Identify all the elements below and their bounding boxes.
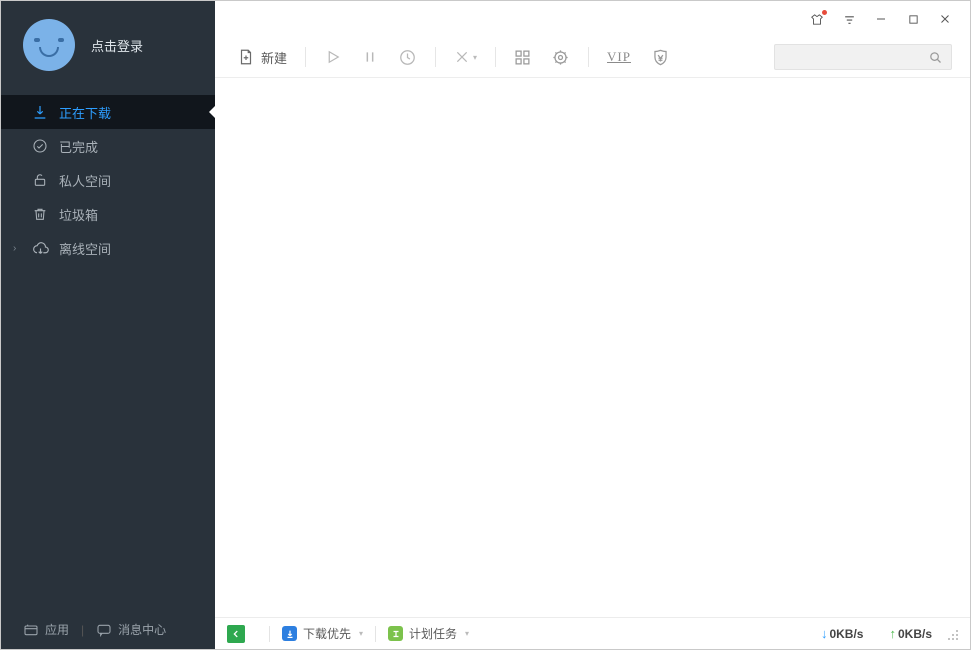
trash-icon <box>31 205 49 223</box>
chevron-right-icon: › <box>13 243 16 254</box>
nav-list: 正在下载 已完成 私人空间 垃圾箱 › <box>1 95 215 609</box>
messages-label: 消息中心 <box>118 621 166 638</box>
main-area: 新建 ▾ <box>215 1 970 649</box>
download-speed: ↓ 0KB/s <box>821 626 864 641</box>
minimize-button[interactable] <box>874 12 888 26</box>
play-icon <box>324 48 342 66</box>
search-input[interactable] <box>774 44 952 70</box>
resize-grip[interactable] <box>946 628 958 640</box>
pause-icon <box>362 48 378 66</box>
sidebar-item-label: 垃圾箱 <box>59 205 98 224</box>
minimize-icon <box>875 13 887 25</box>
settings-button[interactable] <box>543 42 578 72</box>
download-icon <box>31 103 49 121</box>
sidebar-item-label: 离线空间 <box>59 239 111 258</box>
separator <box>435 47 436 67</box>
chevron-down-icon: ▾ <box>465 629 469 638</box>
vip-label: VIP <box>607 49 631 65</box>
toolbar: 新建 ▾ <box>215 37 970 77</box>
upload-speed: ↑ 0KB/s <box>889 626 932 641</box>
lock-open-icon <box>31 171 49 189</box>
gear-icon <box>551 48 570 67</box>
sidebar-item-private[interactable]: 私人空间 <box>1 163 215 197</box>
search-icon <box>928 50 943 65</box>
cloud-download-icon <box>31 239 49 257</box>
currency-button[interactable] <box>643 42 678 72</box>
maximize-button[interactable] <box>906 12 920 26</box>
schedule-label: 计划任务 <box>409 625 457 642</box>
sidebar-footer: 应用 | 消息中心 <box>1 609 215 649</box>
avatar[interactable] <box>23 19 75 71</box>
download-speed-value: 0KB/s <box>829 627 863 641</box>
delete-button[interactable]: ▾ <box>446 42 485 72</box>
window-controls <box>215 1 970 37</box>
maximize-icon <box>908 14 919 25</box>
notification-dot-icon <box>822 10 827 15</box>
back-button[interactable] <box>227 625 245 643</box>
chevron-down-icon: ▾ <box>359 629 363 638</box>
sidebar: 点击登录 正在下载 已完成 私人空间 <box>1 1 215 649</box>
upload-speed-value: 0KB/s <box>898 627 932 641</box>
separator <box>495 47 496 67</box>
restart-button[interactable] <box>390 42 425 72</box>
priority-label: 下载优先 <box>303 625 351 642</box>
sidebar-item-label: 正在下载 <box>59 103 111 122</box>
sidebar-item-label: 已完成 <box>59 137 98 156</box>
menu-lines-icon <box>843 13 856 26</box>
separator <box>588 47 589 67</box>
arrow-down-icon: ↓ <box>821 626 828 641</box>
separator <box>375 626 376 642</box>
vip-button[interactable]: VIP <box>599 42 639 72</box>
apps-label: 应用 <box>45 621 69 638</box>
login-link[interactable]: 点击登录 <box>91 36 143 55</box>
menu-button[interactable] <box>842 12 856 26</box>
new-task-button[interactable]: 新建 <box>229 42 295 72</box>
chevron-left-icon <box>231 629 241 639</box>
chevron-down-icon: ▾ <box>473 53 477 62</box>
new-file-icon <box>237 48 255 66</box>
status-bar: 下载优先 ▾ 计划任务 ▾ ↓ 0KB/s ↑ 0KB/s <box>215 617 970 649</box>
skin-button[interactable] <box>810 12 824 26</box>
start-button[interactable] <box>316 42 350 72</box>
app-window: 点击登录 正在下载 已完成 私人空间 <box>0 0 971 650</box>
new-task-label: 新建 <box>261 48 287 67</box>
close-icon <box>939 13 951 25</box>
message-icon <box>96 622 112 638</box>
qrcode-icon <box>514 49 531 66</box>
priority-icon <box>282 626 297 641</box>
download-priority-button[interactable]: 下载优先 ▾ <box>282 625 363 642</box>
check-circle-icon <box>31 137 49 155</box>
separator: | <box>81 623 84 637</box>
close-button[interactable] <box>938 12 952 26</box>
sidebar-header: 点击登录 <box>1 1 215 89</box>
sidebar-item-offline[interactable]: › 离线空间 <box>1 231 215 265</box>
arrow-up-icon: ↑ <box>889 626 896 641</box>
schedule-tasks-button[interactable]: 计划任务 ▾ <box>388 625 469 642</box>
delete-icon <box>454 49 470 65</box>
restart-icon <box>398 48 417 67</box>
sidebar-item-downloading[interactable]: 正在下载 <box>1 95 215 129</box>
sidebar-item-completed[interactable]: 已完成 <box>1 129 215 163</box>
separator <box>269 626 270 642</box>
sidebar-item-trash[interactable]: 垃圾箱 <box>1 197 215 231</box>
sidebar-item-label: 私人空间 <box>59 171 111 190</box>
content-area <box>215 77 970 617</box>
qrcode-button[interactable] <box>506 42 539 72</box>
yen-shield-icon <box>651 48 670 67</box>
pause-button[interactable] <box>354 42 386 72</box>
messages-link[interactable]: 消息中心 <box>96 621 166 638</box>
apps-icon <box>23 622 39 638</box>
schedule-icon <box>388 626 403 641</box>
apps-link[interactable]: 应用 <box>23 621 69 638</box>
separator <box>305 47 306 67</box>
